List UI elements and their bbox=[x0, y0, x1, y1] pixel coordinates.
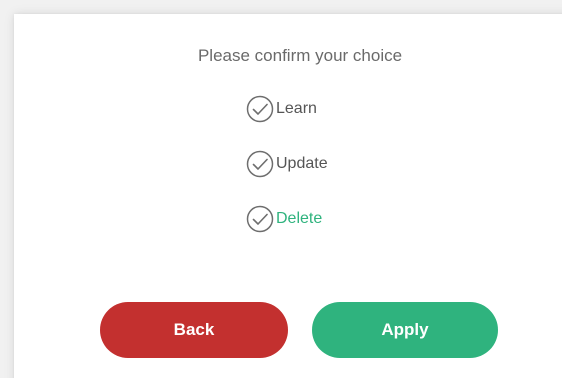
option-label: Delete bbox=[276, 210, 323, 227]
back-button[interactable]: Back bbox=[100, 302, 288, 358]
screen: Please confirm your choice Learn Update … bbox=[0, 0, 562, 378]
check-circle-icon bbox=[246, 95, 274, 123]
dialog-title: Please confirm your choice bbox=[197, 46, 403, 65]
option-delete[interactable]: Delete bbox=[246, 205, 322, 233]
check-circle-icon bbox=[246, 150, 274, 178]
option-update[interactable]: Update bbox=[246, 150, 328, 178]
option-learn[interactable]: Learn bbox=[246, 95, 317, 123]
option-label: Learn bbox=[276, 100, 317, 117]
check-circle-icon bbox=[246, 205, 274, 233]
option-label: Update bbox=[276, 155, 328, 172]
apply-button[interactable]: Apply bbox=[312, 302, 498, 358]
